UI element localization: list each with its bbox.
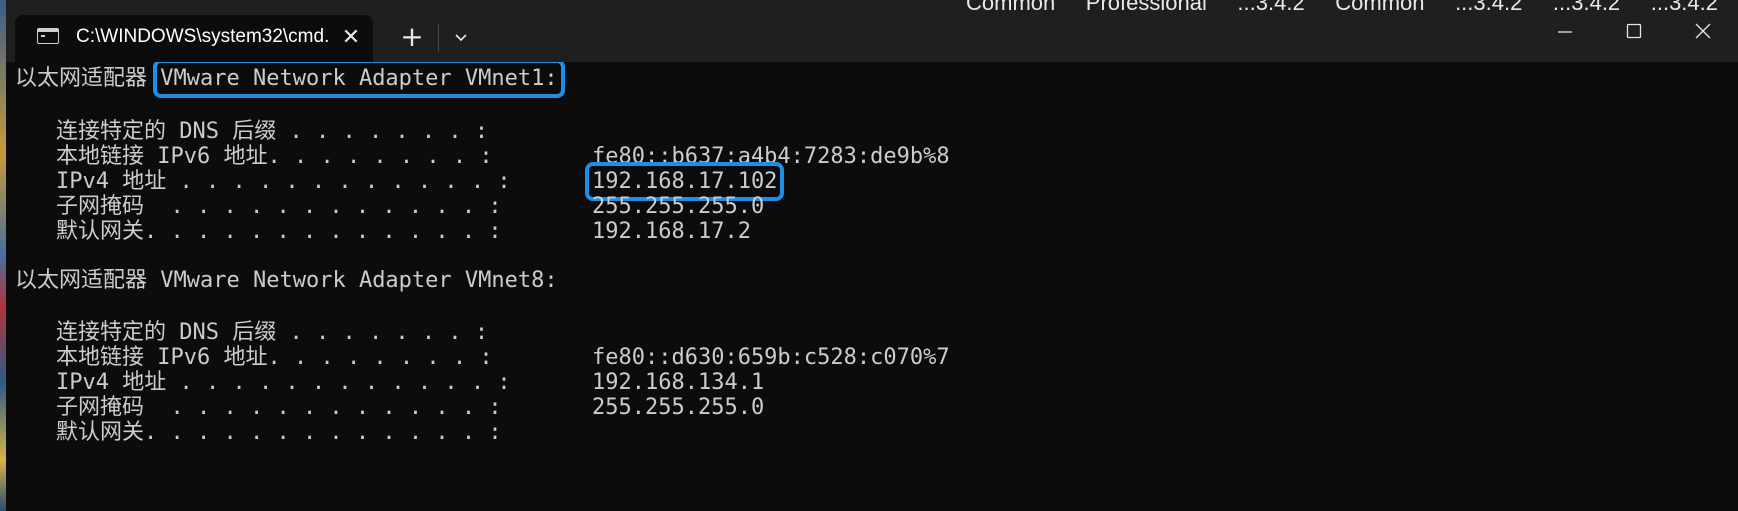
adapter-prefix: 以太网适配器 [15, 268, 148, 293]
config-value: 255.255.255.0 [592, 395, 765, 420]
title-bar[interactable]: Common Professional ...3.4.2 Common ...3… [6, 0, 1738, 62]
config-label: 连接特定的 DNS 后缀 . . . . . . . : [56, 119, 489, 144]
config-row: 连接特定的 DNS 后缀 . . . . . . . : [15, 118, 592, 146]
close-icon [1695, 23, 1711, 39]
config-label: IPv4 地址 . . . . . . . . . . . . : [56, 370, 511, 395]
config-row: 连接特定的 DNS 后缀 . . . . . . . : [15, 319, 592, 347]
config-label: 子网掩码 . . . . . . . . . . . . : [56, 194, 502, 219]
config-label: 连接特定的 DNS 后缀 . . . . . . . : [56, 320, 489, 345]
new-tab-button[interactable]: + [395, 22, 429, 56]
tab-title: C:\WINDOWS\system32\cmd. [76, 26, 330, 47]
config-value: fe80::d630:659b:c528:c070%7 [592, 345, 950, 370]
config-row: 本地链接 IPv6 地址. . . . . . . . : fe80::d630:… [15, 344, 950, 372]
minimize-button[interactable] [1540, 14, 1590, 50]
adapter-header: 以太网适配器 VMware Network Adapter VMnet1: [15, 62, 565, 98]
config-value: 192.168.134.1 [592, 370, 765, 395]
chevron-down-icon[interactable] [447, 24, 475, 52]
tab-divider [438, 24, 439, 52]
config-label: IPv4 地址 . . . . . . . . . . . . : [56, 169, 511, 194]
adapter-name: VMware Network Adapter VMnet8: [160, 268, 558, 293]
maximize-icon [1626, 23, 1642, 39]
cmd-terminal-icon [37, 28, 59, 44]
config-row: 子网掩码 . . . . . . . . . . . . : 255.255.25… [15, 394, 764, 422]
close-tab-button[interactable]: ✕ [337, 24, 365, 52]
config-row: IPv4 地址 . . . . . . . . . . . . : 192.168… [15, 369, 764, 397]
terminal-window: Common Professional ...3.4.2 Common ...3… [0, 0, 1738, 511]
adapter-header: 以太网适配器 VMware Network Adapter VMnet8: [15, 267, 558, 295]
adapter-prefix: 以太网适配器 [15, 66, 148, 91]
config-row: 子网掩码 . . . . . . . . . . . . : 255.255.25… [15, 193, 764, 221]
maximize-button[interactable] [1609, 14, 1659, 50]
minimize-icon [1558, 31, 1572, 33]
config-label: 默认网关. . . . . . . . . . . . . : [56, 420, 502, 445]
config-row: IPv4 地址 . . . . . . . . . . . . : 192.168… [15, 162, 785, 201]
scrollbar[interactable] [1732, 62, 1738, 511]
config-value: 192.168.17.2 [592, 219, 751, 244]
close-window-button[interactable] [1678, 14, 1728, 50]
config-label: 默认网关. . . . . . . . . . . . . : [56, 219, 502, 244]
config-row: 本地链接 IPv6 地址. . . . . . . . : fe80::b637:… [15, 143, 950, 171]
config-value: fe80::b637:a4b4:7283:de9b%8 [592, 144, 950, 169]
config-row: 默认网关. . . . . . . . . . . . . : [15, 419, 592, 447]
tab-cmd[interactable]: C:\WINDOWS\system32\cmd. ✕ [15, 15, 373, 62]
ipv4-value-highlighted: 192.168.17.102 [584, 162, 785, 201]
config-row: 默认网关. . . . . . . . . . . . . : 192.168.1… [15, 218, 751, 246]
config-label: 本地链接 IPv6 地址. . . . . . . . : [56, 144, 493, 169]
config-value: 255.255.255.0 [592, 194, 765, 219]
console-output[interactable]: 以太网适配器 VMware Network Adapter VMnet1: 连接… [6, 62, 1738, 511]
config-label: 子网掩码 . . . . . . . . . . . . : [56, 395, 502, 420]
adapter-name-highlighted: VMware Network Adapter VMnet1: [153, 62, 565, 98]
background-window-text: Common Professional ...3.4.2 Common ...3… [966, 0, 1718, 15]
config-label: 本地链接 IPv6 地址. . . . . . . . : [56, 345, 493, 370]
